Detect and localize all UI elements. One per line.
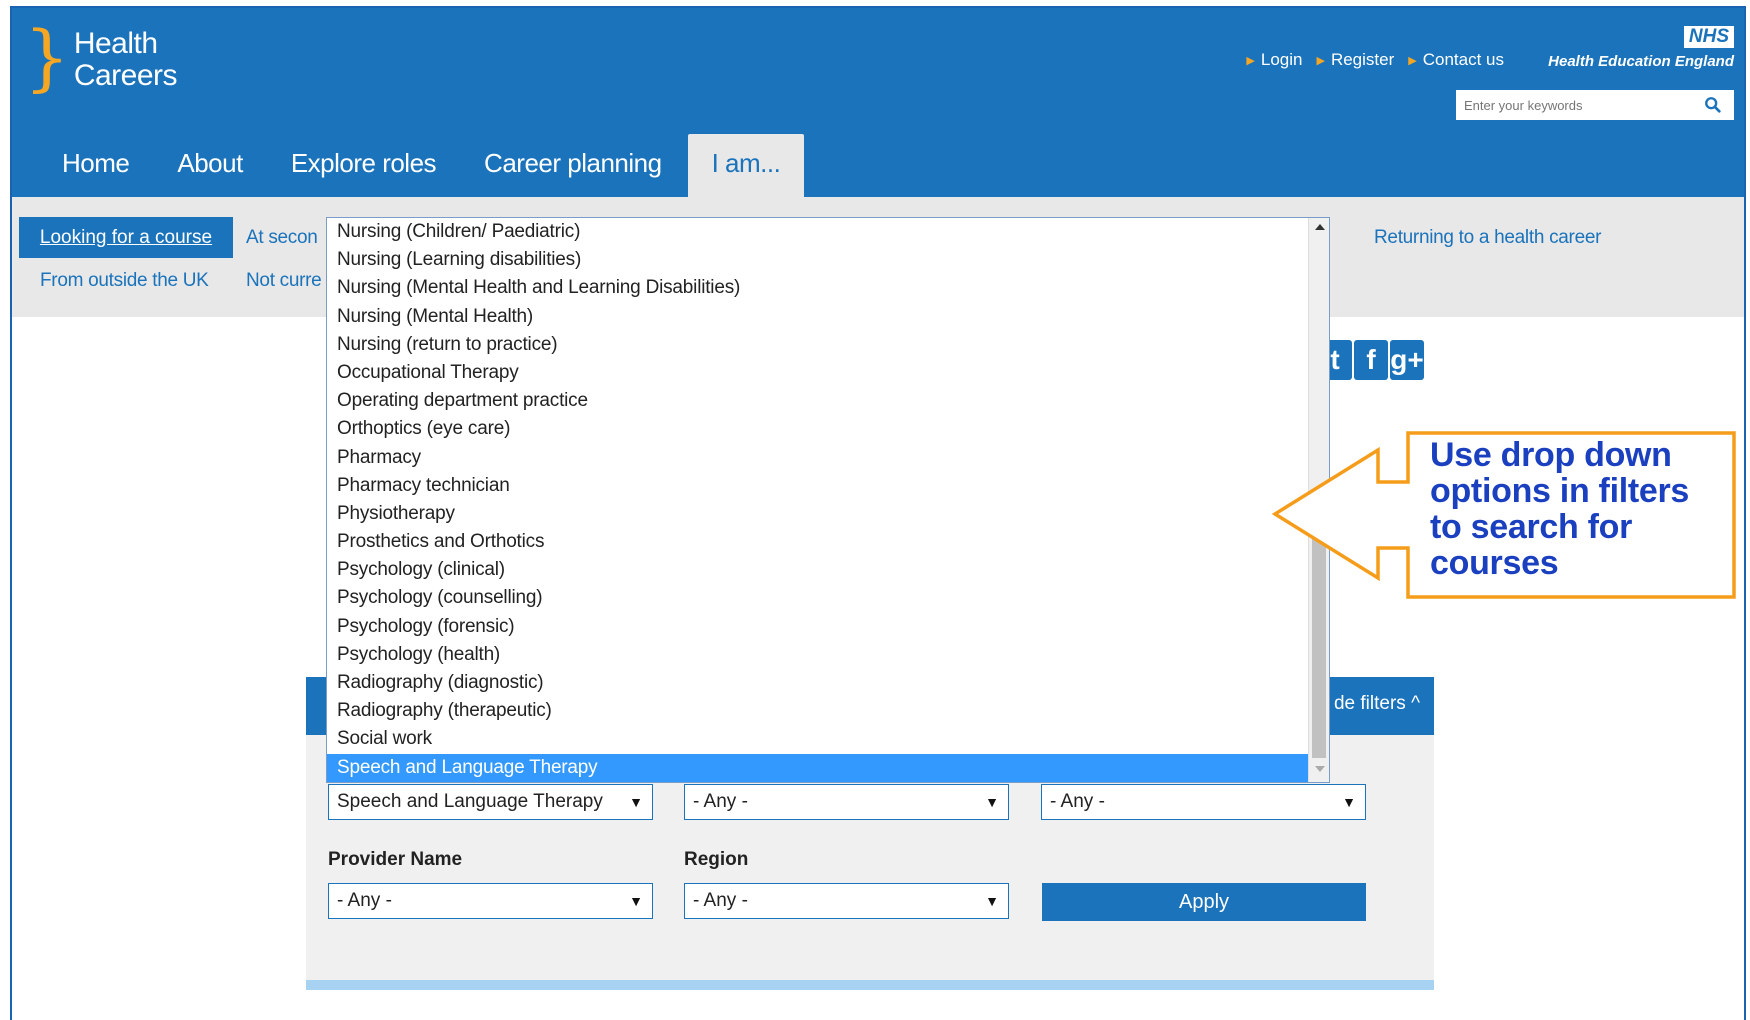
provider-select-value: - Any - [337,890,392,911]
social-links: t f g+ [1318,340,1424,380]
course-select[interactable]: Speech and Language Therapy ▼ [328,784,653,820]
register-link[interactable]: ▶ Register [1316,50,1394,70]
arrow-right-icon: ▶ [1316,54,1325,67]
subnav-not-currently[interactable]: Not curre [246,270,322,292]
nhs-logo: NHS [1683,26,1734,48]
provider-select[interactable]: - Any - ▼ [328,883,653,919]
site-search [1456,90,1734,120]
region-label: Region [684,849,749,870]
dropdown-options: Nursing (Children/ Paediatric) Nursing (L… [327,218,1309,782]
dropdown-option[interactable]: Nursing (Children/ Paediatric) [327,218,1309,246]
filter-2-select[interactable]: - Any - ▼ [684,784,1009,820]
caret-down-icon: ▼ [629,794,643,810]
hee-label: Health Education England [1548,53,1734,70]
logo-line2: Careers [73,59,178,92]
login-link[interactable]: ▶ Login [1246,50,1302,70]
filter-panel-bottom-bar [306,980,1434,990]
dropdown-option[interactable]: Occupational Therapy [327,359,1309,387]
nav-home[interactable]: Home [38,134,153,197]
callout-text: Use drop down options in filters to sear… [1430,436,1690,582]
dropdown-option[interactable]: Psychology (counselling) [327,584,1309,612]
dropdown-option[interactable]: Psychology (forensic) [327,613,1309,641]
arrow-right-icon: ▶ [1408,54,1417,67]
caret-down-icon: ▼ [1342,794,1356,810]
nav-i-am[interactable]: I am... [687,134,805,197]
arrow-right-icon: ▶ [1246,54,1255,67]
search-input[interactable] [1462,96,1696,114]
hide-filters-toggle[interactable]: de filters ^ [1334,693,1420,715]
apply-button[interactable]: Apply [1042,883,1366,921]
dropdown-option[interactable]: Nursing (Mental Health and Learning Disa… [327,274,1309,302]
dropdown-option[interactable]: Pharmacy [327,444,1309,472]
nav-career-planning[interactable]: Career planning [460,134,686,197]
subnav-returning[interactable]: Returning to a health career [1374,227,1601,249]
region-select-value: - Any - [693,890,748,911]
dropdown-option[interactable]: Operating department practice [327,387,1309,415]
health-careers-logo[interactable]: } Health Careers [24,15,178,99]
nhs-branding: NHS Health Education England [1548,26,1734,70]
scroll-down-arrow-icon[interactable] [1315,766,1325,772]
logo-line1: Health [73,27,158,60]
subnav-outside-uk[interactable]: From outside the UK [40,270,209,292]
dropdown-option[interactable]: Pharmacy technician [327,472,1309,500]
subnav-at-secondary[interactable]: At secon [246,227,318,249]
course-dropdown-list: Nursing (Children/ Paediatric) Nursing (L… [326,217,1330,783]
provider-name-label: Provider Name [328,849,463,870]
nav-explore-roles[interactable]: Explore roles [267,134,460,197]
course-select-value: Speech and Language Therapy [337,791,603,812]
logo-brace-icon: } [24,15,70,99]
caret-down-icon: ▼ [985,893,999,909]
facebook-icon[interactable]: f [1354,340,1388,380]
google-plus-icon[interactable]: g+ [1390,340,1424,380]
contact-link[interactable]: ▶ Contact us [1408,50,1504,70]
dropdown-option[interactable]: Orthoptics (eye care) [327,415,1309,443]
filter-3-select[interactable]: - Any - ▼ [1041,784,1366,820]
nav-about[interactable]: About [153,134,266,197]
dropdown-option[interactable]: Prosthetics and Orthotics [327,528,1309,556]
dropdown-option[interactable]: Radiography (diagnostic) [327,669,1309,697]
dropdown-option[interactable]: Speech and Language Therapy [327,753,1309,782]
filter-2-value: - Any - [693,791,748,812]
main-nav: Home About Explore roles Career planning… [38,134,805,197]
dropdown-option[interactable]: Nursing (Learning disabilities) [327,246,1309,274]
caret-down-icon: ▼ [629,893,643,909]
subnav-looking-for-course[interactable]: Looking for a course [19,217,233,258]
scroll-up-arrow-icon[interactable] [1315,224,1325,230]
region-select[interactable]: - Any - ▼ [684,883,1009,919]
site-header: } Health Careers ▶ Login ▶ Register ▶ Conta… [12,8,1744,197]
dropdown-option[interactable]: Psychology (health) [327,641,1309,669]
filter-3-value: - Any - [1050,791,1105,812]
dropdown-option[interactable]: Nursing (Mental Health) [327,303,1309,331]
dropdown-option[interactable]: Social work [327,725,1309,753]
dropdown-option[interactable]: Psychology (clinical) [327,556,1309,584]
dropdown-option[interactable]: Radiography (therapeutic) [327,697,1309,725]
search-icon[interactable] [1704,96,1722,114]
caret-down-icon: ▼ [985,794,999,810]
dropdown-option[interactable]: Nursing (return to practice) [327,331,1309,359]
dropdown-option[interactable]: Physiotherapy [327,500,1309,528]
utility-links: ▶ Login ▶ Register ▶ Contact us [1246,50,1504,70]
